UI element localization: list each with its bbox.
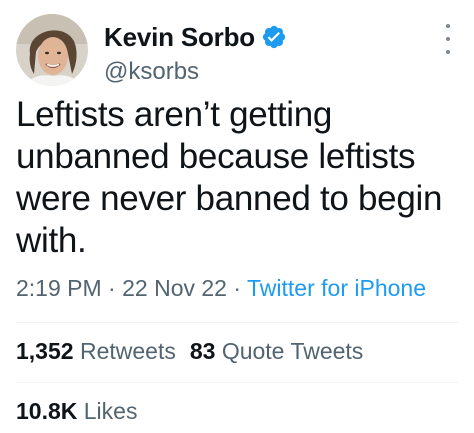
avatar-image: [16, 14, 88, 86]
handle[interactable]: @ksorbs: [104, 58, 287, 86]
more-dot: [446, 37, 450, 41]
retweets-count: 1,352: [16, 338, 74, 364]
engagement-stats: 1,352 Retweets 83 Quote Tweets: [16, 338, 363, 365]
tweet-text: Leftists aren’t getting unbanned because…: [16, 94, 466, 262]
tweet-text-line: were never banned to begin: [16, 179, 443, 218]
likes-stat[interactable]: 10.8K Likes: [16, 398, 137, 424]
tweet-meta: 2:19 PM · 22 Nov 22 · Twitter for iPhone: [16, 275, 426, 302]
verified-badge-icon: [261, 24, 287, 50]
quote-tweets-label: Quote Tweets: [221, 338, 364, 364]
name-row: Kevin Sorbo: [104, 20, 287, 54]
more-dot: [446, 24, 450, 28]
meta-separator: ·: [233, 275, 242, 301]
tweet-text-line: unbanned because leftists: [16, 137, 416, 176]
more-options-icon[interactable]: [444, 24, 452, 54]
tweet-card: Kevin Sorbo @ksorbs Leftists aren’t gett…: [0, 0, 474, 433]
divider: [16, 382, 458, 383]
retweets-stat[interactable]: 1,352 Retweets: [16, 338, 176, 364]
tweet-text-line: Leftists aren’t getting: [16, 95, 333, 134]
likes-count: 10.8K: [16, 398, 78, 424]
author-block: Kevin Sorbo @ksorbs: [104, 20, 287, 86]
meta-separator: ·: [108, 275, 116, 301]
avatar[interactable]: [16, 14, 88, 86]
more-dot: [446, 50, 450, 54]
quote-tweets-count: 83: [189, 338, 216, 364]
display-name[interactable]: Kevin Sorbo: [104, 22, 255, 53]
retweets-label: Retweets: [79, 338, 176, 364]
tweet-time[interactable]: 2:19 PM: [16, 275, 102, 301]
likes-stats: 10.8K Likes: [16, 398, 137, 425]
tweet-text-line: with.: [16, 221, 87, 260]
divider: [16, 322, 458, 323]
tweet-source-link[interactable]: Twitter for iPhone: [247, 275, 426, 301]
quote-tweets-stat[interactable]: 83 Quote Tweets: [190, 338, 363, 364]
likes-label: Likes: [83, 398, 138, 424]
tweet-date[interactable]: 22 Nov 22: [122, 275, 227, 301]
